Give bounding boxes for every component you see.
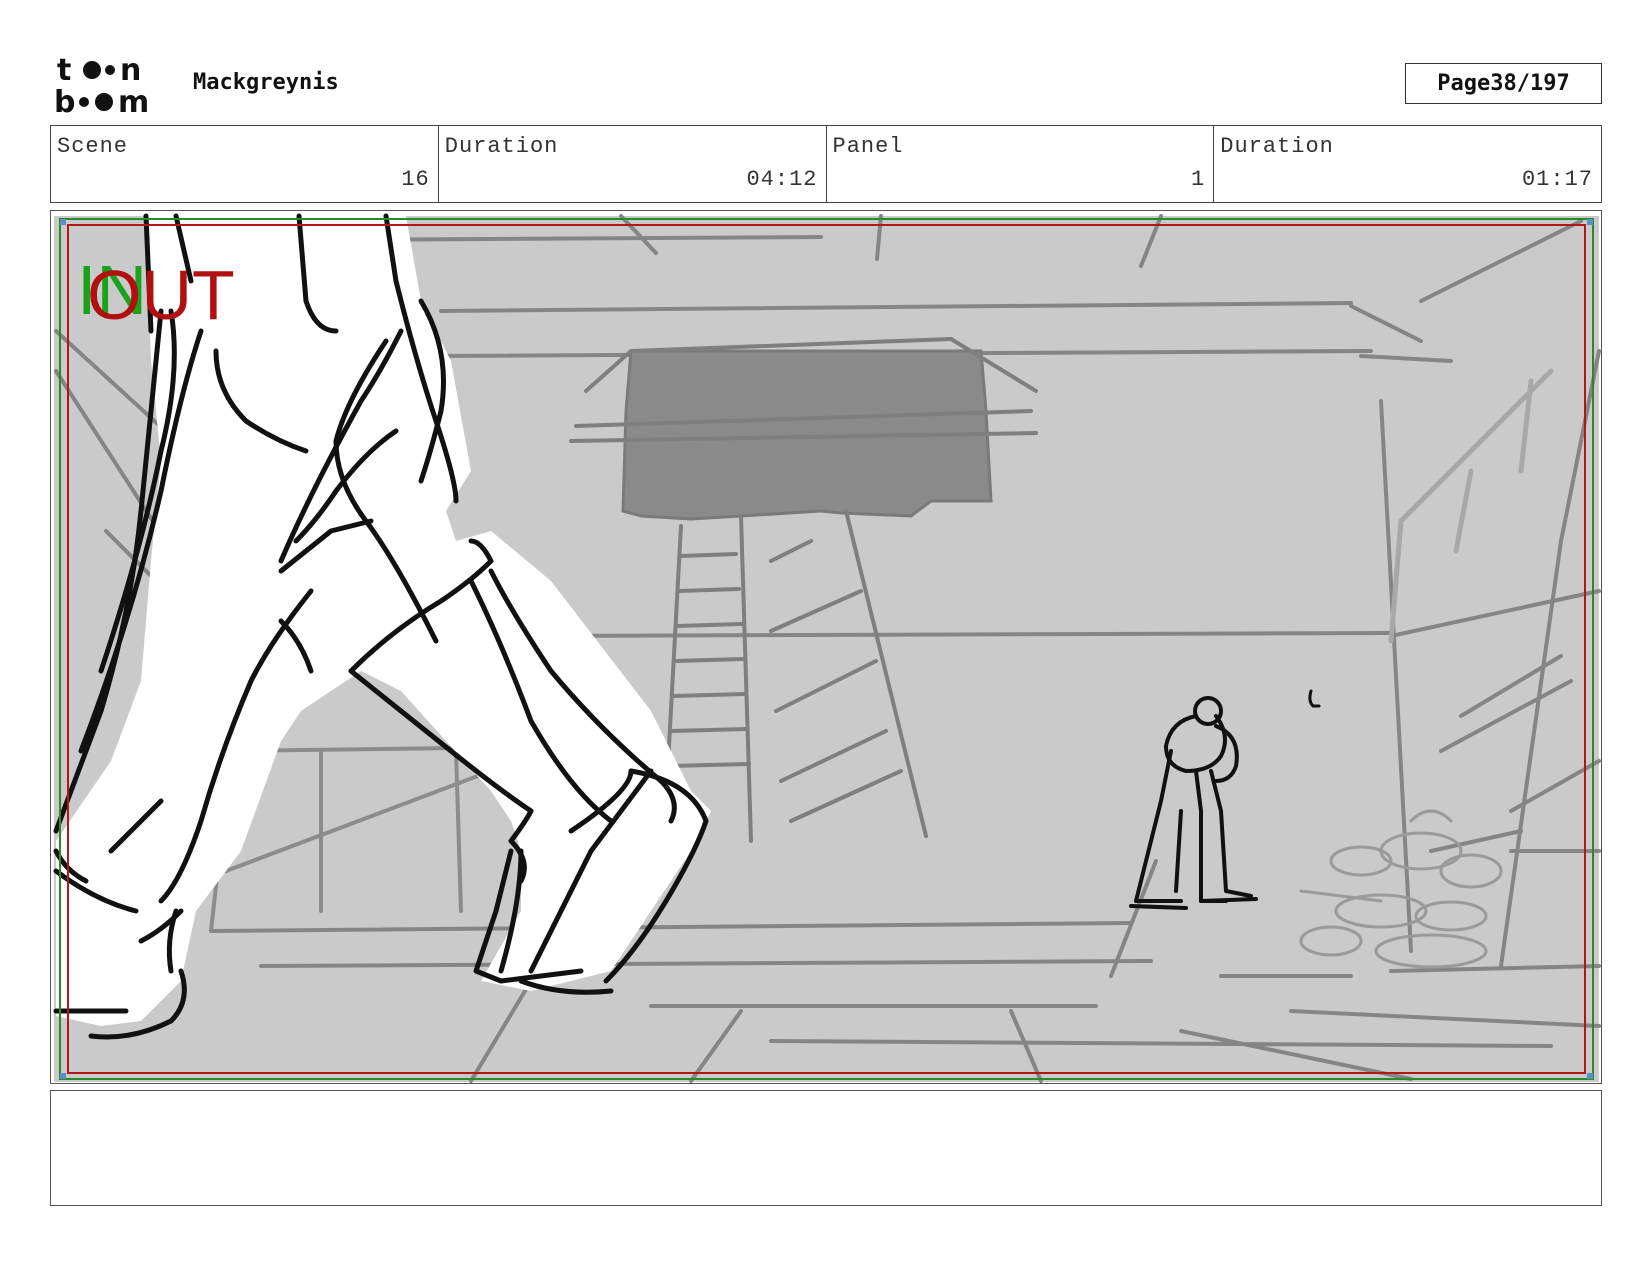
- page-label: Page: [1437, 71, 1491, 96]
- panel-notes[interactable]: [50, 1090, 1602, 1206]
- panel-duration-value: 01:17: [1521, 167, 1593, 192]
- frame-corner-tl: [60, 219, 66, 225]
- frame-corner-br: [1587, 1073, 1593, 1079]
- scene-duration-value: 04:12: [746, 167, 818, 192]
- svg-text:n: n: [120, 54, 141, 88]
- panel-label: Panel: [832, 134, 904, 159]
- panel-cell: Panel 1: [827, 126, 1215, 202]
- panel-duration-label: Duration: [1220, 134, 1334, 159]
- frame-corner-bl: [60, 1073, 66, 1079]
- page-number: 38/197: [1490, 71, 1570, 96]
- project-name: Mackgreynis: [193, 70, 339, 95]
- scene-label: Scene: [57, 134, 129, 159]
- svg-text:m: m: [118, 85, 149, 116]
- page-indicator: Page 38/197: [1405, 63, 1602, 104]
- panel-value: 1: [1191, 167, 1206, 192]
- frame-corner-tr: [1587, 219, 1593, 225]
- scene-duration-cell: Duration 04:12: [439, 126, 827, 202]
- scene-duration-label: Duration: [444, 134, 559, 159]
- scene-cell: Scene 16: [51, 126, 439, 202]
- svg-text:b: b: [54, 85, 75, 116]
- scene-value: 16: [401, 167, 430, 192]
- panel-duration-cell: Duration 01:17: [1214, 126, 1601, 202]
- scene-info-table: Scene 16 Duration 04:12 Panel 1 Duration…: [50, 125, 1602, 203]
- storyboard-panel: IN OUT: [50, 210, 1602, 1084]
- out-marker: OUT: [87, 256, 235, 334]
- toon-boom-logo: t n b m: [54, 54, 149, 116]
- panel-sketch: IN OUT: [53, 213, 1601, 1083]
- svg-text:t: t: [57, 54, 71, 88]
